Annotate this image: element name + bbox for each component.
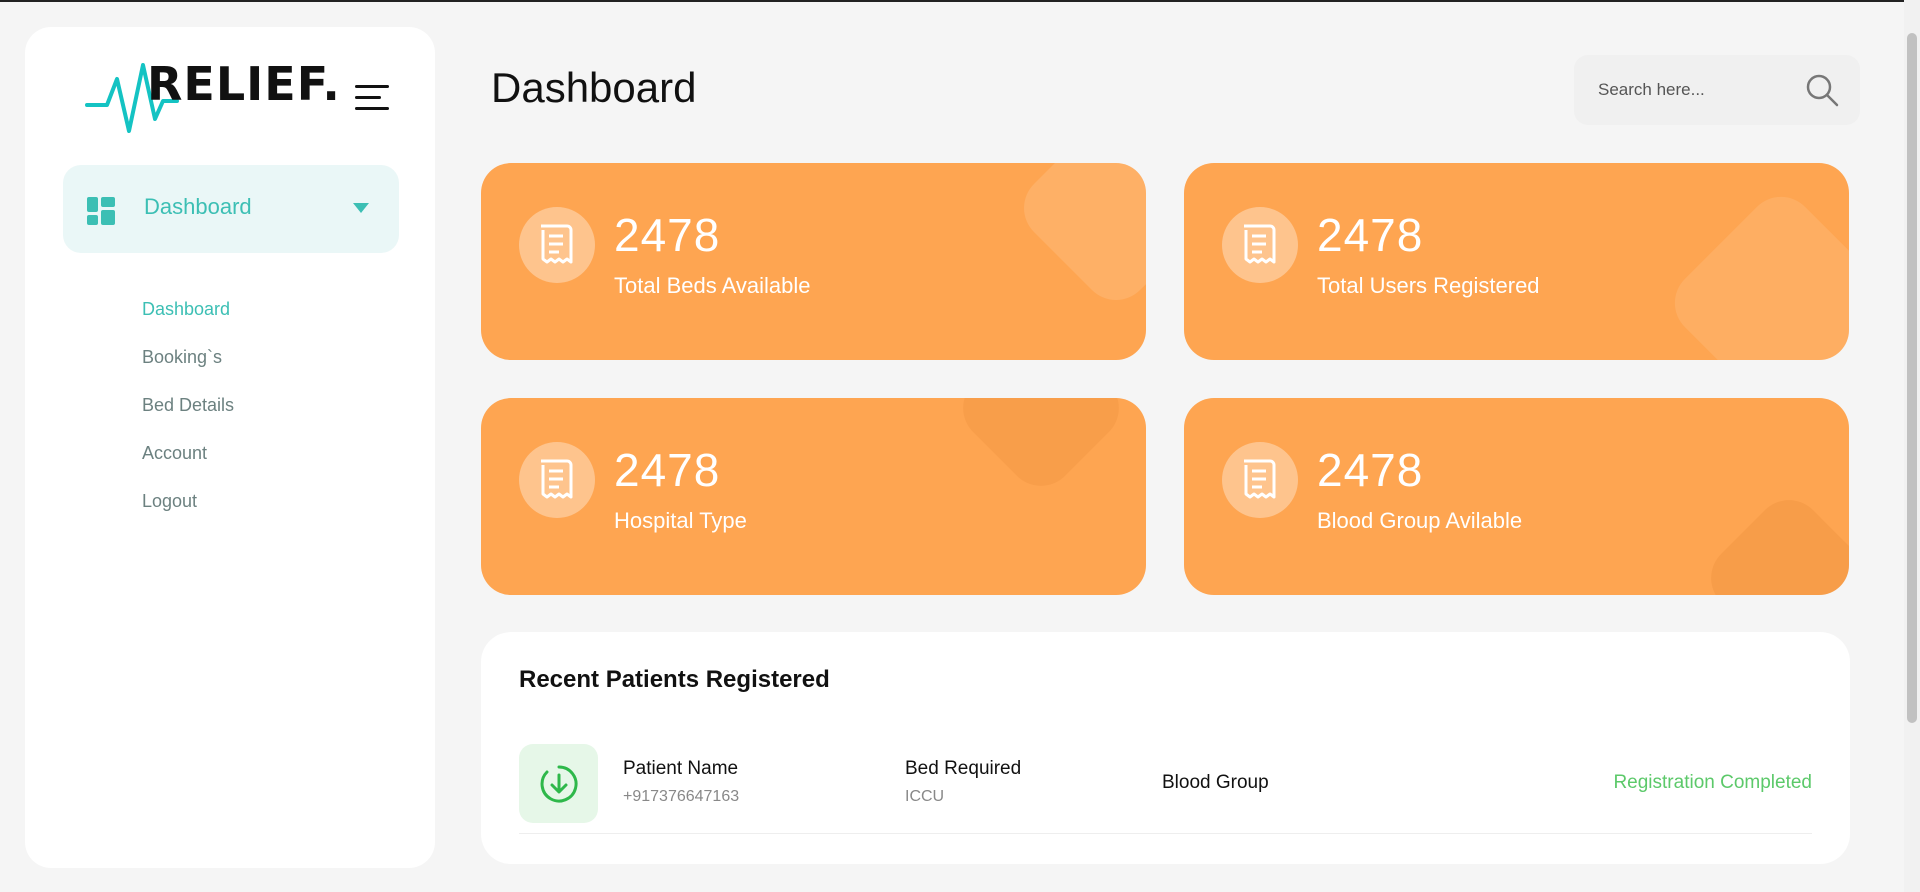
stat-label: Blood Group Avilable [1317, 508, 1523, 533]
submenu-item-bed-details[interactable]: Bed Details [142, 390, 234, 438]
dashboard-grid-icon [87, 197, 115, 225]
stat-label: Total Users Registered [1317, 273, 1540, 298]
hamburger-icon [355, 85, 389, 88]
receipt-icon [519, 207, 595, 283]
receipt-icon [1222, 442, 1298, 518]
vertical-scrollbar[interactable] [1904, 0, 1920, 892]
card-decoration [1660, 182, 1849, 360]
card-decoration [949, 398, 1133, 500]
card-decoration [1009, 163, 1146, 315]
relief-logo: RELIEF. [85, 57, 340, 137]
stat-value: 2478 [614, 209, 721, 261]
scrollbar-thumb[interactable] [1907, 33, 1917, 723]
sidebar-item-label: Dashboard [144, 194, 252, 219]
column-header: Patient Name [623, 758, 739, 779]
card-decoration [1697, 486, 1849, 595]
submenu-item-logout[interactable]: Logout [142, 486, 234, 534]
submenu-item-bookings[interactable]: Booking`s [142, 342, 234, 390]
stat-value: 2478 [1317, 444, 1424, 496]
column-header: Bed Required [905, 758, 1022, 779]
stat-value: 2478 [614, 444, 721, 496]
stat-value: 2478 [1317, 209, 1424, 261]
patient-phone: +917376647163 [623, 788, 740, 805]
status-badge: Registration Completed [1613, 772, 1812, 793]
bed-required-cell: Bed Required ICCU [905, 758, 1021, 806]
stat-card-total-beds[interactable]: 2478 Total Beds Available [481, 163, 1146, 360]
patient-name-cell: Patient Name +917376647163 [623, 758, 739, 806]
page-title: Dashboard [491, 64, 697, 111]
stat-label: Hospital Type [614, 508, 747, 533]
stat-card-blood-group[interactable]: 2478 Blood Group Avilable [1184, 398, 1849, 595]
recent-patients-panel: Recent Patients Registered Patient Name … [481, 632, 1850, 864]
window-top-border [0, 0, 1920, 2]
receipt-icon [519, 442, 595, 518]
brand-name: RELIEF. [147, 57, 341, 111]
stat-card-total-users[interactable]: 2478 Total Users Registered [1184, 163, 1849, 360]
sidebar: RELIEF. Dashboard Dashboard Booking`s Be… [25, 27, 435, 868]
download-circle-icon [540, 765, 578, 803]
sidebar-item-dashboard[interactable]: Dashboard [63, 165, 399, 253]
submenu-item-dashboard[interactable]: Dashboard [142, 294, 234, 342]
bed-type: ICCU [905, 788, 945, 805]
search-icon[interactable] [1804, 72, 1840, 108]
blood-group-cell: Blood Group [1162, 772, 1269, 793]
stat-label: Total Beds Available [614, 273, 811, 298]
submenu-item-account[interactable]: Account [142, 438, 234, 486]
dashboard-submenu: Dashboard Booking`s Bed Details Account … [142, 294, 234, 534]
hamburger-icon-line [355, 96, 381, 99]
download-button[interactable] [519, 744, 598, 823]
receipt-icon [1222, 207, 1298, 283]
search-input[interactable] [1598, 75, 1788, 105]
hamburger-icon-line [355, 107, 389, 110]
stat-card-hospital-type[interactable]: 2478 Hospital Type [481, 398, 1146, 595]
chevron-down-icon [353, 203, 369, 213]
table-row[interactable]: Patient Name +917376647163 Bed Required … [519, 744, 1812, 834]
section-title: Recent Patients Registered [519, 666, 830, 693]
menu-toggle-button[interactable] [355, 83, 391, 113]
search-box [1574, 55, 1860, 125]
